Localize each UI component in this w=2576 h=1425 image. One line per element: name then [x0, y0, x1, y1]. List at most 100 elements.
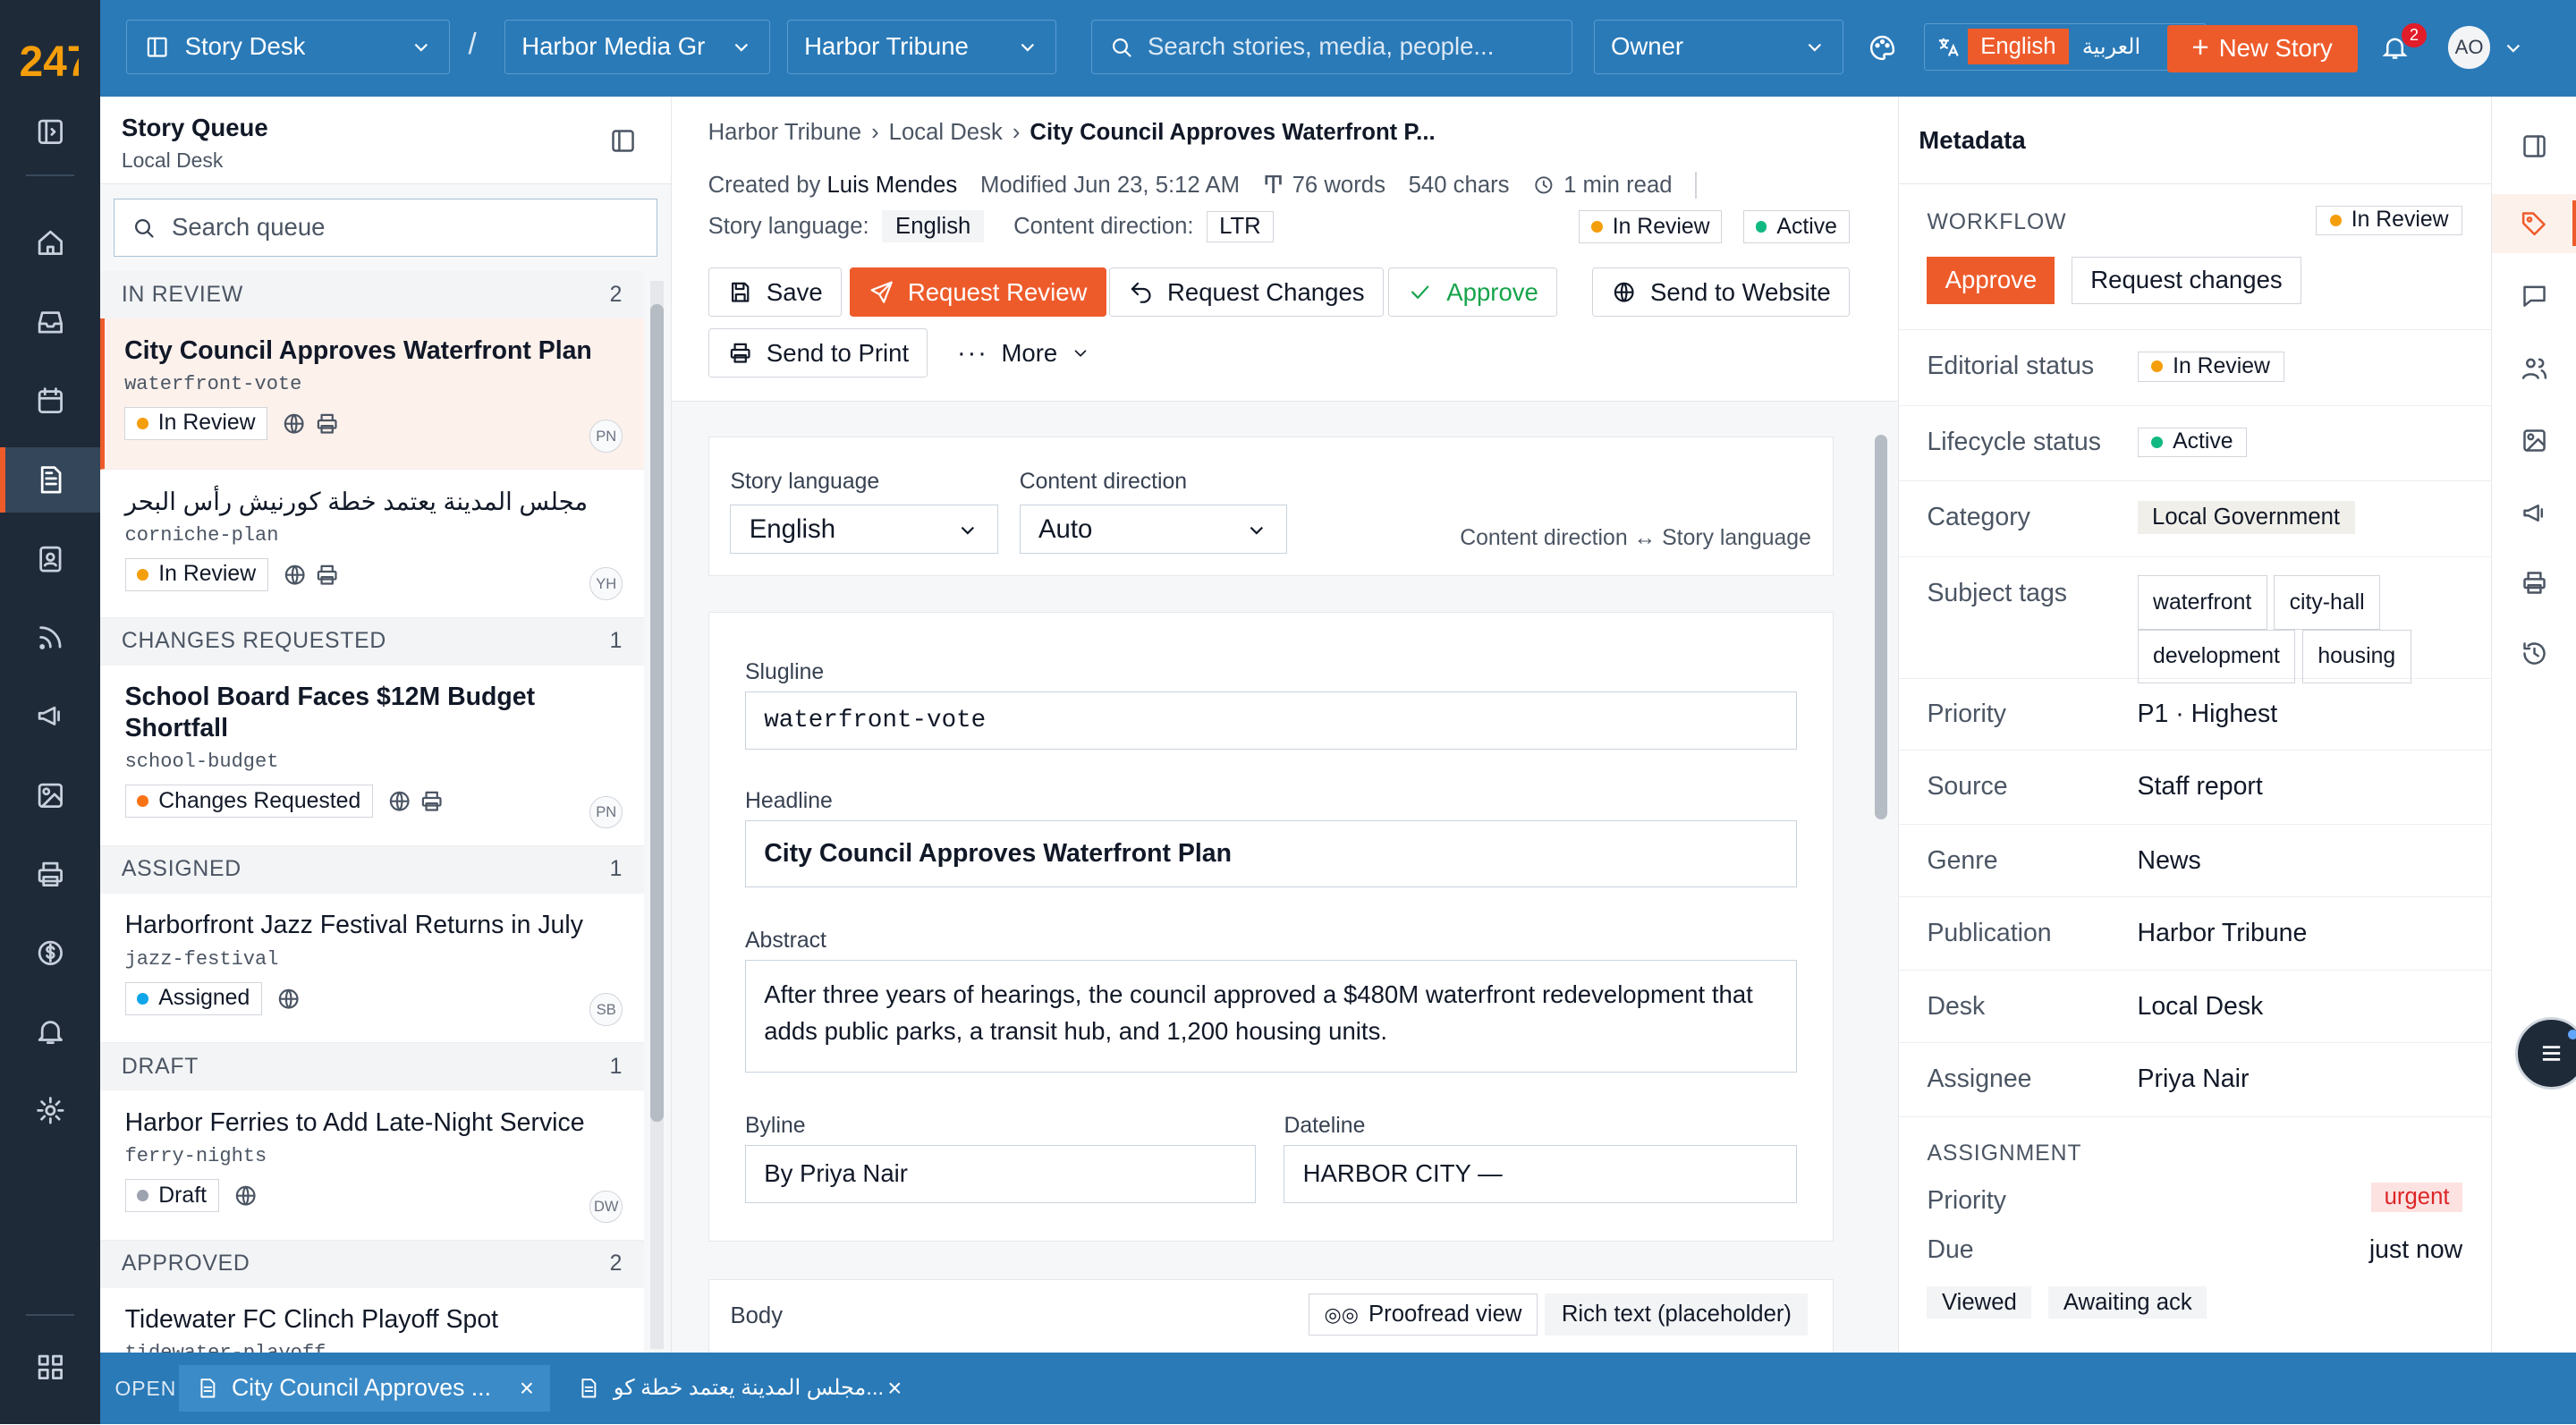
content-direction-select[interactable]: Auto — [1019, 505, 1288, 555]
close-icon[interactable]: × — [520, 1374, 534, 1403]
abstract-textarea[interactable]: After three years of hearings, the counc… — [745, 959, 1797, 1073]
group-count: 1 — [609, 629, 623, 654]
more-button[interactable]: ··· More — [937, 328, 1110, 378]
globe-icon — [386, 788, 412, 814]
queue-card-waterfront[interactable]: City Council Approves Waterfront Plan wa… — [100, 318, 644, 471]
org-label: Harbor Media Gr — [521, 32, 706, 61]
status-text: In Review — [1612, 214, 1710, 239]
story-language-select[interactable]: English — [730, 505, 998, 555]
open-tab-label: City Council Approves ... — [231, 1374, 491, 1402]
home-icon[interactable] — [0, 210, 100, 276]
global-search-input[interactable]: Search stories, media, people... — [1090, 20, 1572, 74]
send-to-print-button[interactable]: Send to Print — [708, 328, 928, 378]
clock-icon — [1532, 174, 1555, 197]
queue-card-ferry-nights[interactable]: Harbor Ferries to Add Late-Night Service… — [100, 1090, 644, 1241]
megaphone-icon[interactable] — [2492, 483, 2576, 542]
org-select[interactable]: Harbor Media Gr — [504, 20, 771, 74]
open-tab-corniche[interactable]: ...مجلس المدينة يعتمد خطة كورنيش رأس الب… — [560, 1365, 921, 1411]
editor-scrollbar[interactable] — [1874, 408, 1888, 1344]
rich-text-toggle[interactable]: Rich text (placeholder) — [1545, 1293, 1809, 1336]
meta-approve-button[interactable]: Approve — [1927, 256, 2055, 304]
slugline-input[interactable]: waterfront-vote — [745, 691, 1797, 750]
close-icon[interactable]: × — [887, 1374, 902, 1403]
story-language-field-label: Story language — [730, 470, 880, 495]
lang-arabic-option[interactable]: العربية — [2069, 34, 2154, 60]
settings-icon[interactable] — [0, 1078, 100, 1143]
app-logo[interactable]: 247 — [16, 22, 91, 85]
new-story-button[interactable]: + New Story — [2166, 24, 2358, 72]
panel-toggle-icon[interactable] — [2492, 116, 2576, 175]
scrollbar-thumb[interactable] — [1874, 434, 1888, 819]
role-select[interactable]: Owner — [1593, 20, 1843, 74]
story-queue-panel: Story Queue Local Desk Search queue IN R… — [100, 97, 673, 1353]
workflow-status-badge: In Review — [2316, 205, 2463, 236]
inbox-icon[interactable] — [0, 289, 100, 354]
user-avatar[interactable]: AO — [2447, 26, 2491, 70]
breadcrumb-publication[interactable]: Harbor Tribune — [708, 120, 861, 146]
palette-icon[interactable] — [1868, 33, 1897, 63]
byline-input[interactable]: By Priya Nair — [745, 1145, 1257, 1203]
print-icon[interactable] — [0, 841, 100, 906]
queue-card-jazz-festival[interactable]: Harborfront Jazz Festival Returns in Jul… — [100, 894, 644, 1044]
alerts-icon[interactable] — [0, 999, 100, 1065]
subject-tag[interactable]: housing — [2301, 629, 2411, 684]
feeds-icon[interactable] — [0, 605, 100, 670]
toggle-sidebar-icon[interactable] — [0, 98, 100, 164]
assistant-status-dot — [2568, 1029, 2576, 1039]
open-tab-waterfront[interactable]: City Council Approves ... × — [179, 1365, 551, 1412]
media-icon[interactable] — [0, 762, 100, 827]
subject-tag[interactable]: waterfront — [2137, 574, 2267, 630]
image-icon[interactable] — [2492, 411, 2576, 470]
more-dots-icon: ··· — [956, 337, 988, 368]
breadcrumb-separator: › — [1012, 120, 1021, 146]
dateline-input[interactable]: HARBOR CITY — — [1284, 1145, 1797, 1203]
workspace-label: Story Desk — [184, 32, 306, 61]
billing-icon[interactable] — [0, 920, 100, 986]
printer-icon[interactable] — [2492, 554, 2576, 613]
approve-button[interactable]: Approve — [1388, 267, 1558, 318]
queue-list: IN REVIEW 2 City Council Approves Waterfr… — [100, 271, 644, 1353]
breadcrumb-desk[interactable]: Local Desk — [889, 120, 1003, 146]
workspace-select[interactable]: Story Desk — [126, 20, 451, 74]
request-changes-button[interactable]: Request Changes — [1108, 267, 1384, 318]
comment-icon[interactable] — [2492, 267, 2576, 326]
group-label: CHANGES REQUESTED — [121, 629, 387, 654]
body-label: Body — [730, 1302, 784, 1328]
campaigns-icon[interactable] — [0, 683, 100, 749]
collapse-panel-icon[interactable] — [608, 126, 638, 156]
meta-divider — [1695, 172, 1698, 199]
save-button[interactable]: Save — [708, 267, 842, 318]
notifications-bell-icon[interactable]: 2 — [2380, 22, 2427, 63]
queue-search-input[interactable]: Search queue — [113, 199, 657, 257]
chevron-down-icon[interactable] — [2502, 36, 2525, 59]
word-count: 76 words — [1292, 172, 1385, 198]
row-value: News — [2137, 845, 2201, 875]
users-icon[interactable] — [2492, 338, 2576, 397]
subject-tag[interactable]: development — [2137, 629, 2296, 684]
send-to-website-button[interactable]: Send to Website — [1591, 267, 1850, 318]
tag-icon[interactable] — [2492, 193, 2576, 253]
calendar-icon[interactable] — [0, 368, 100, 433]
queue-card-corniche[interactable]: مجلس المدينة يعتمد خطة كورنيش رأس البحر … — [100, 470, 644, 618]
status-dot — [1590, 221, 1603, 233]
language-toggle[interactable]: English العربية — [1923, 22, 2207, 71]
row-key: Source — [1927, 772, 2008, 802]
request-review-button[interactable]: Request Review — [849, 267, 1106, 318]
publication-select[interactable]: Harbor Tribune — [786, 20, 1056, 74]
apps-grid-icon[interactable] — [0, 1334, 100, 1399]
headline-input[interactable]: City Council Approves Waterfront Plan — [745, 819, 1797, 887]
lifecycle-status-badge: Active — [1742, 210, 1850, 244]
subject-tags-list: waterfront city-halldevelopment housing — [2137, 574, 2475, 684]
queue-card-tidewater[interactable]: Tidewater FC Clinch Playoff Spot tidewat… — [100, 1287, 644, 1353]
globe-icon — [281, 411, 307, 437]
queue-scrollbar[interactable] — [650, 281, 664, 1349]
history-icon[interactable] — [2492, 624, 2576, 683]
proofread-view-button[interactable]: ◎◎ Proofread view — [1309, 1293, 1538, 1336]
lang-english-option[interactable]: English — [1967, 29, 2070, 65]
stories-icon[interactable] — [0, 446, 101, 513]
assignments-icon[interactable] — [0, 526, 100, 591]
queue-card-school-budget[interactable]: School Board Faces $12M Budget Shortfall… — [100, 665, 644, 846]
scrollbar-thumb[interactable] — [650, 303, 664, 1123]
meta-request-changes-button[interactable]: Request changes — [2072, 256, 2301, 304]
subject-tag[interactable]: city-hall — [2274, 574, 2381, 630]
